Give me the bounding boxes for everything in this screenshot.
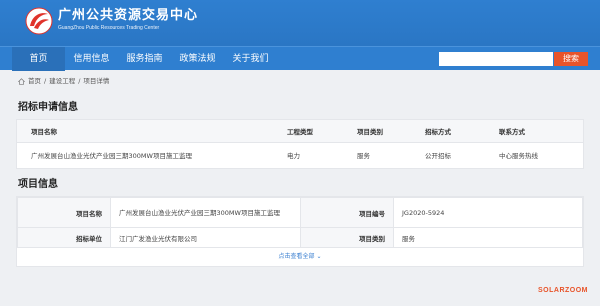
tender-unit-label: 招标单位 (17, 227, 111, 248)
column-header: 招标方式 (425, 120, 499, 143)
project-section-title: 项目信息 (16, 169, 584, 196)
project-category-value: 服务 (393, 227, 583, 248)
tender-panel: 项目名称 工程类型 项目类别 招标方式 联系方式 广州发展台山渔业光伏产业园三期… (16, 119, 584, 169)
project-panel: 项目名称 广州发展台山渔业光伏产业园三期300MW项目施工监理 项目编号 JG2… (16, 196, 584, 267)
watermark: SOLARZOOM (538, 287, 588, 294)
site-subtitle: GuangZhou Public Resources Trading Cente… (58, 25, 160, 31)
breadcrumb-sep: / (44, 77, 47, 85)
breadcrumb-construction[interactable]: 建设工程 (49, 70, 75, 92)
breadcrumb-home[interactable]: 首页 (28, 70, 41, 92)
search-button[interactable]: 搜索 (554, 52, 588, 66)
column-header: 项目名称 (17, 120, 287, 143)
project-code-label: 项目编号 (300, 197, 394, 228)
main-nav: 首页 信用信息 服务指南 政策法规 关于我们 搜索 (0, 46, 600, 71)
info-row: 招标单位 江门广发渔业光伏有限公司 项目类别 服务 (17, 227, 583, 248)
tender-section: 招标申请信息 项目名称 工程类型 项目类别 招标方式 联系方式 广州发展台山渔业… (16, 92, 584, 169)
home-icon (18, 77, 25, 85)
nav-item-home[interactable]: 首页 (12, 46, 65, 71)
tender-table: 项目名称 工程类型 项目类别 招标方式 联系方式 广州发展台山渔业光伏产业园三期… (17, 120, 583, 168)
project-name-cell[interactable]: 广州发展台山渔业光伏产业园三期300MW项目施工监理 (17, 142, 287, 168)
site-title: 广州公共资源交易中心 (58, 8, 199, 23)
project-category-cell: 服务 (357, 152, 370, 161)
engineering-type-cell: 电力 (287, 152, 300, 161)
tender-section-title: 招标申请信息 (16, 92, 584, 119)
column-header: 工程类型 (287, 120, 357, 143)
table-header-row: 项目名称 工程类型 项目类别 招标方式 联系方式 (17, 120, 583, 143)
breadcrumb: 首页 / 建设工程 / 项目详情 (0, 70, 600, 92)
project-section: 项目信息 项目名称 广州发展台山渔业光伏产业园三期300MW项目施工监理 项目编… (16, 169, 584, 267)
site-header: 广州公共资源交易中心 GuangZhou Public Resources Tr… (0, 0, 600, 46)
nav-item-guide[interactable]: 服务指南 (118, 47, 171, 71)
brand: 广州公共资源交易中心 GuangZhou Public Resources Tr… (58, 8, 198, 32)
project-code-value: JG2020-5924 (393, 197, 583, 228)
view-all-link[interactable]: 点击查看全部 ⌄ (17, 248, 583, 266)
column-header: 项目类别 (357, 120, 425, 143)
info-row: 项目名称 广州发展台山渔业光伏产业园三期300MW项目施工监理 项目编号 JG2… (17, 197, 583, 228)
breadcrumb-sep: / (78, 77, 81, 85)
contact-cell: 中心服务热线 (499, 152, 538, 161)
nav-item-credit[interactable]: 信用信息 (65, 47, 118, 71)
project-info-table: 项目名称 广州发展台山渔业光伏产业园三期300MW项目施工监理 项目编号 JG2… (17, 197, 583, 248)
tender-unit-value: 江门广发渔业光伏有限公司 (110, 227, 301, 248)
logo-icon[interactable] (24, 6, 54, 36)
nav-item-about[interactable]: 关于我们 (224, 47, 277, 71)
nav-item-policy[interactable]: 政策法规 (171, 47, 224, 71)
project-name-value: 广州发展台山渔业光伏产业园三期300MW项目施工监理 (110, 197, 301, 228)
project-category-label: 项目类别 (300, 227, 394, 248)
column-header: 联系方式 (499, 120, 583, 143)
table-row[interactable]: 广州发展台山渔业光伏产业园三期300MW项目施工监理 电力 服务 公开招标 中心… (17, 142, 583, 168)
project-name-label: 项目名称 (17, 197, 111, 228)
search-input[interactable] (439, 52, 553, 66)
tender-method-cell: 公开招标 (425, 152, 451, 161)
breadcrumb-current: 项目详情 (83, 77, 110, 85)
